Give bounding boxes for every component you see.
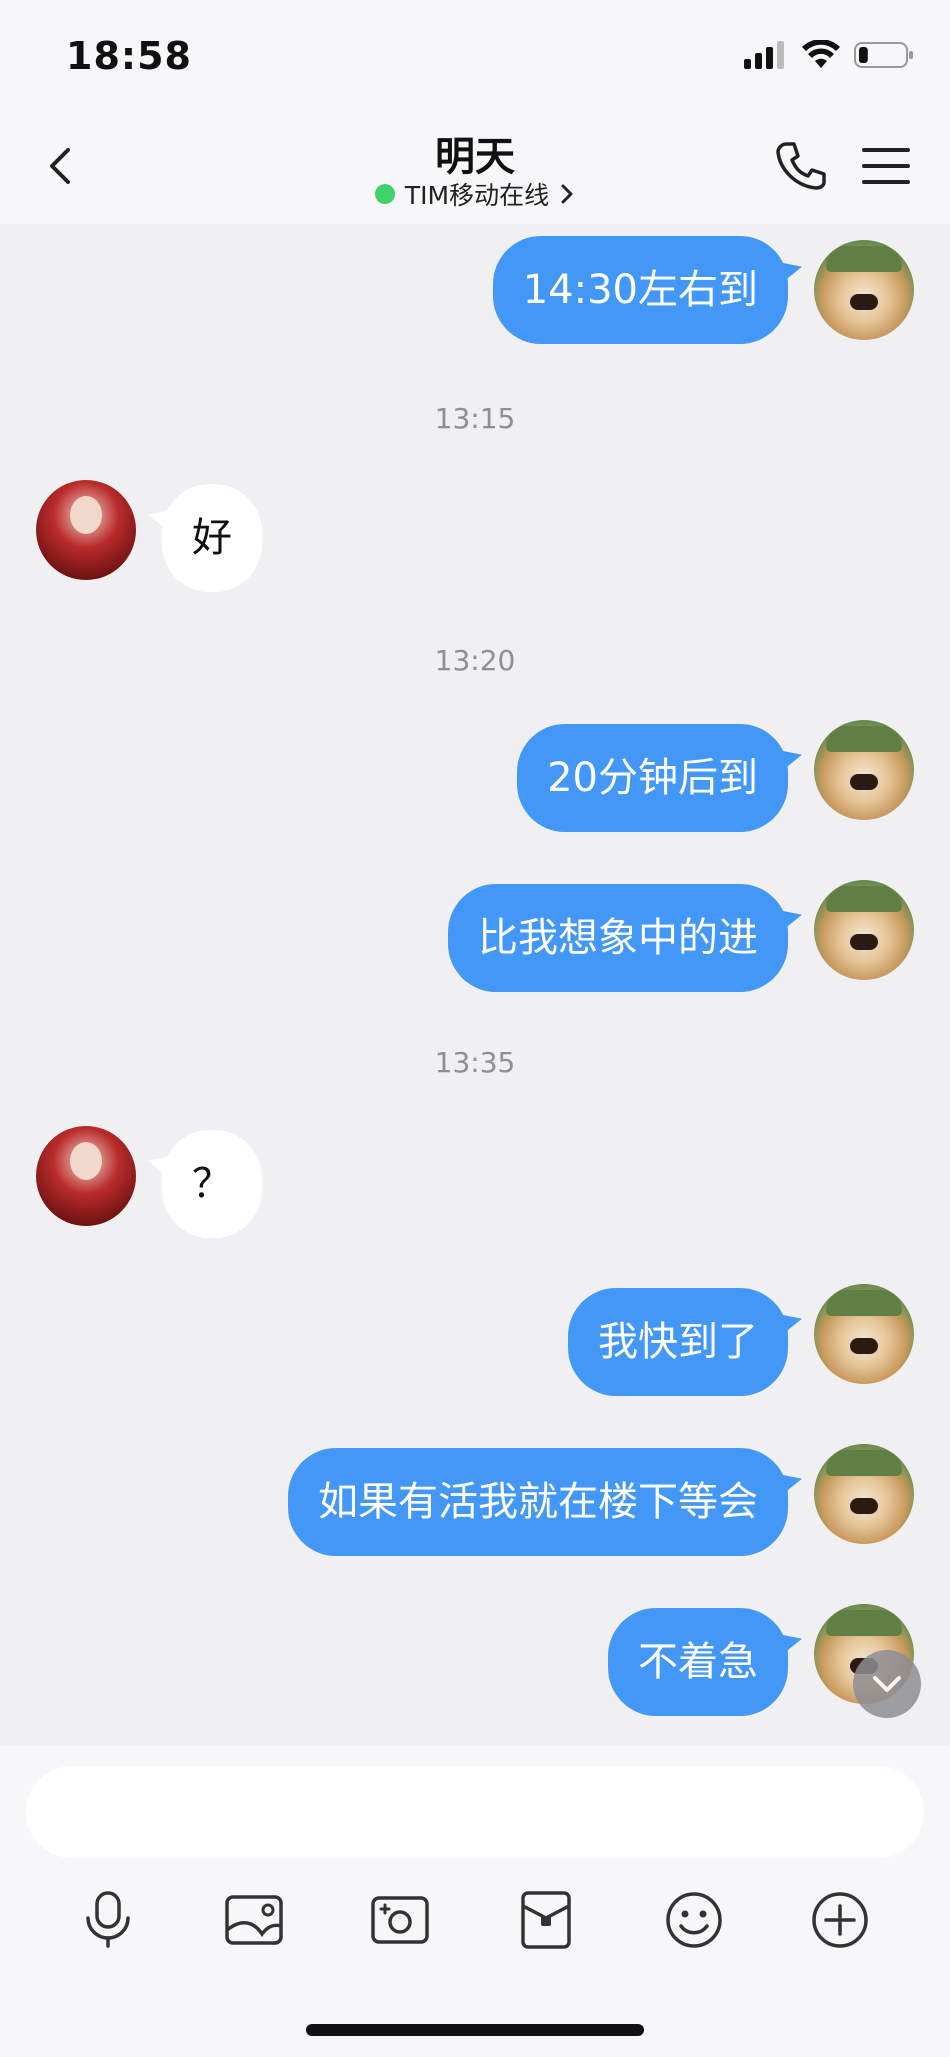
status-icons (744, 40, 914, 70)
phone-call-icon[interactable] (774, 140, 826, 192)
peer-avatar[interactable] (36, 1126, 136, 1226)
timestamp: 13:35 (434, 1046, 516, 1079)
my-message-bubble[interactable]: 20分钟后到 (517, 724, 788, 832)
my-avatar[interactable] (814, 720, 914, 820)
chat-area[interactable]: 14:30左右到 13:15 好 13:20 20分钟后到 比我想象中的进 13… (0, 224, 950, 1746)
peer-message-bubble[interactable]: 好 (162, 484, 262, 592)
more-button[interactable] (800, 1880, 880, 1960)
scroll-to-bottom-button[interactable] (853, 1650, 921, 1718)
wifi-icon (802, 40, 840, 68)
image-icon (225, 1895, 283, 1945)
online-status-text: TIM移动在线 (404, 181, 550, 210)
my-avatar[interactable] (814, 880, 914, 980)
chat-header: 明天 TIM移动在线 (0, 110, 950, 224)
album-button[interactable] (214, 1880, 294, 1960)
my-avatar[interactable] (814, 1284, 914, 1384)
voice-button[interactable] (68, 1880, 148, 1960)
my-message-bubble[interactable]: 14:30左右到 (492, 236, 788, 344)
peer-avatar[interactable] (36, 480, 136, 580)
my-message-bubble[interactable]: 比我想象中的进 (448, 884, 788, 992)
my-message-bubble[interactable]: 不着急 (608, 1608, 788, 1716)
my-message-bubble[interactable]: 我快到了 (568, 1288, 788, 1396)
plus-icon (812, 1892, 868, 1948)
signal-icon (744, 41, 784, 69)
peer-message-bubble[interactable]: ？ (162, 1130, 262, 1238)
chevron-right-icon (561, 184, 573, 204)
my-avatar[interactable] (814, 240, 914, 340)
status-bar: 18:58 (0, 0, 950, 110)
camera-icon (371, 1896, 429, 1944)
battery-icon (854, 42, 913, 68)
timestamp: 13:20 (434, 644, 516, 677)
timestamp: 13:15 (434, 402, 516, 435)
chevron-down-icon (873, 1676, 901, 1692)
red-packet-button[interactable] (506, 1880, 586, 1960)
emoji-button[interactable] (654, 1880, 734, 1960)
red-packet-icon (521, 1891, 571, 1949)
status-time: 18:58 (66, 34, 192, 78)
emoji-icon (666, 1892, 722, 1948)
message-input[interactable] (26, 1766, 924, 1858)
input-toolbar (0, 1880, 950, 1960)
my-message-bubble[interactable]: 如果有活我就在楼下等会 (288, 1448, 788, 1556)
home-indicator (306, 2024, 644, 2036)
camera-button[interactable] (360, 1880, 440, 1960)
online-dot-icon (374, 184, 395, 204)
input-area (0, 1746, 950, 2057)
my-avatar[interactable] (814, 1444, 914, 1544)
microphone-icon (86, 1891, 130, 1948)
menu-icon[interactable] (862, 144, 910, 188)
